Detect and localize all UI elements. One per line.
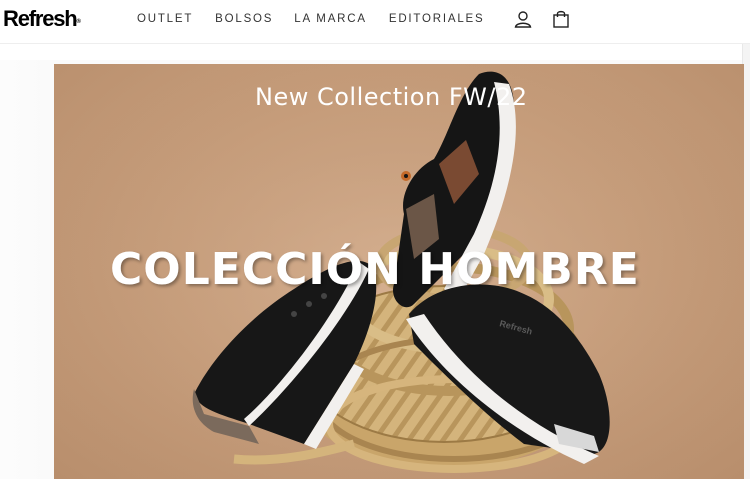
nav-item-editoriales[interactable]: EDITORIALES <box>389 12 485 26</box>
hero-banner[interactable]: Refresh New Collection FW/22 COLECCIÓN H… <box>54 64 744 479</box>
cart-button[interactable] <box>551 9 571 29</box>
main-nav: OUTLET BOLSOS LA MARCA EDITORIALES <box>137 12 506 26</box>
shopping-bag-icon <box>553 10 569 28</box>
account-button[interactable] <box>513 9 533 29</box>
hero-title[interactable]: COLECCIÓN HOMBRE <box>110 244 640 296</box>
site-header: Refresh® OUTLET BOLSOS LA MARCA EDITORIA… <box>0 0 750 44</box>
nav-item-outlet[interactable]: OUTLET <box>137 12 193 26</box>
logo[interactable]: Refresh® <box>3 6 81 32</box>
logo-registered-mark: ® <box>76 19 81 25</box>
nav-item-bolsos[interactable]: BOLSOS <box>215 12 273 26</box>
hero-subtitle: New Collection FW/22 <box>255 83 528 111</box>
page-margin <box>0 60 54 479</box>
nav-item-la-marca[interactable]: LA MARCA <box>294 12 367 26</box>
logo-text: Refresh <box>3 6 78 31</box>
user-icon <box>514 11 532 28</box>
